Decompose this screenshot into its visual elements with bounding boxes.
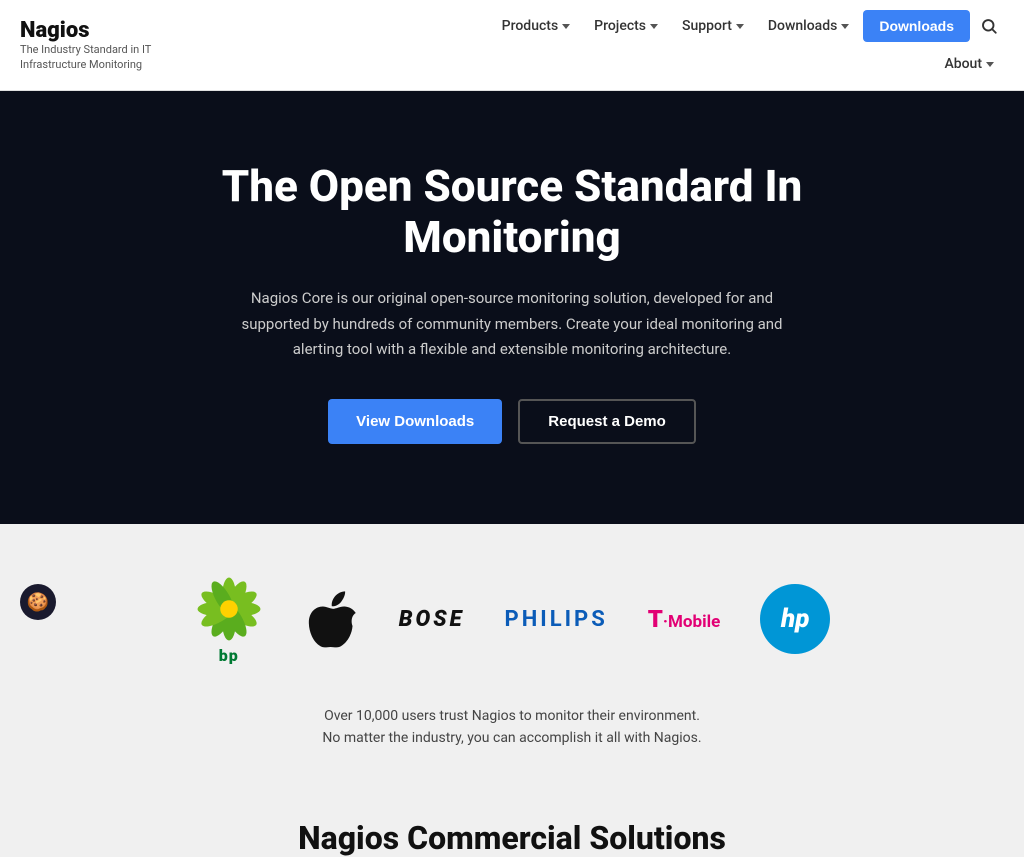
nav-item-projects[interactable]: Projects [584, 10, 668, 42]
search-icon [980, 17, 998, 35]
view-downloads-button[interactable]: View Downloads [328, 399, 502, 444]
nav-row-bottom: About [230, 48, 1004, 90]
site-logo-tagline: The Industry Standard in IT Infrastructu… [20, 43, 200, 72]
logo-bose: BOSE [399, 607, 465, 632]
search-button[interactable] [974, 11, 1004, 41]
hero-buttons: View Downloads Request a Demo [20, 399, 1004, 444]
trust-text: Over 10,000 users trust Nagios to monito… [322, 705, 702, 750]
nav-label-about: About [944, 56, 982, 72]
bp-text: bp [219, 646, 239, 665]
nav-label-downloads: Downloads [768, 18, 837, 34]
hp-circle-icon: hp [760, 584, 830, 654]
nav-label-projects: Projects [594, 18, 646, 34]
logo-tmobile: T·Mobile [648, 605, 721, 633]
header-nav-wrapper: Products Projects Support Downloads Down… [230, 0, 1004, 90]
nav-item-support[interactable]: Support [672, 10, 754, 42]
nav-item-products[interactable]: Products [492, 10, 581, 42]
logos-row: bp BOSE PHILIPS T·Mobile hp [20, 574, 1004, 665]
tmobile-text: T·Mobile [648, 605, 721, 633]
chevron-down-icon [562, 24, 570, 29]
logo-block[interactable]: Nagios The Industry Standard in IT Infra… [20, 18, 200, 72]
hero-title: The Open Source Standard In Monitoring [192, 161, 832, 262]
nav-item-downloads[interactable]: Downloads [758, 10, 859, 42]
philips-text: PHILIPS [505, 607, 608, 632]
chevron-down-icon [650, 24, 658, 29]
hero-description: Nagios Core is our original open-source … [222, 286, 802, 363]
chevron-down-icon [986, 62, 994, 67]
chevron-down-icon [736, 24, 744, 29]
logo-bp: bp [194, 574, 264, 665]
nav-item-about[interactable]: About [934, 48, 1004, 80]
nav-row-top: Products Projects Support Downloads Down… [230, 0, 1004, 48]
request-demo-button[interactable]: Request a Demo [518, 399, 696, 444]
downloads-button[interactable]: Downloads [863, 10, 970, 42]
commercial-title: Nagios Commercial Solutions [20, 819, 1004, 857]
logo-philips: PHILIPS [505, 607, 608, 632]
cookie-settings-button[interactable]: 🍪 [20, 584, 56, 620]
logo-hp: hp [760, 584, 830, 654]
logo-apple [304, 587, 359, 652]
commercial-section: Nagios Commercial Solutions [0, 809, 1024, 857]
nav-label-products: Products [502, 18, 559, 34]
bp-sunburst-icon [194, 574, 264, 644]
apple-icon [304, 587, 359, 652]
cookie-icon: 🍪 [27, 592, 49, 613]
bose-text: BOSE [399, 607, 465, 632]
site-logo-name[interactable]: Nagios [20, 18, 200, 43]
hero-section: The Open Source Standard In Monitoring N… [0, 91, 1024, 524]
site-header: Nagios The Industry Standard in IT Infra… [0, 0, 1024, 91]
nav-label-support: Support [682, 18, 732, 34]
chevron-down-icon [841, 24, 849, 29]
logos-section: bp BOSE PHILIPS T·Mobile hp Over 10,00 [0, 524, 1024, 810]
